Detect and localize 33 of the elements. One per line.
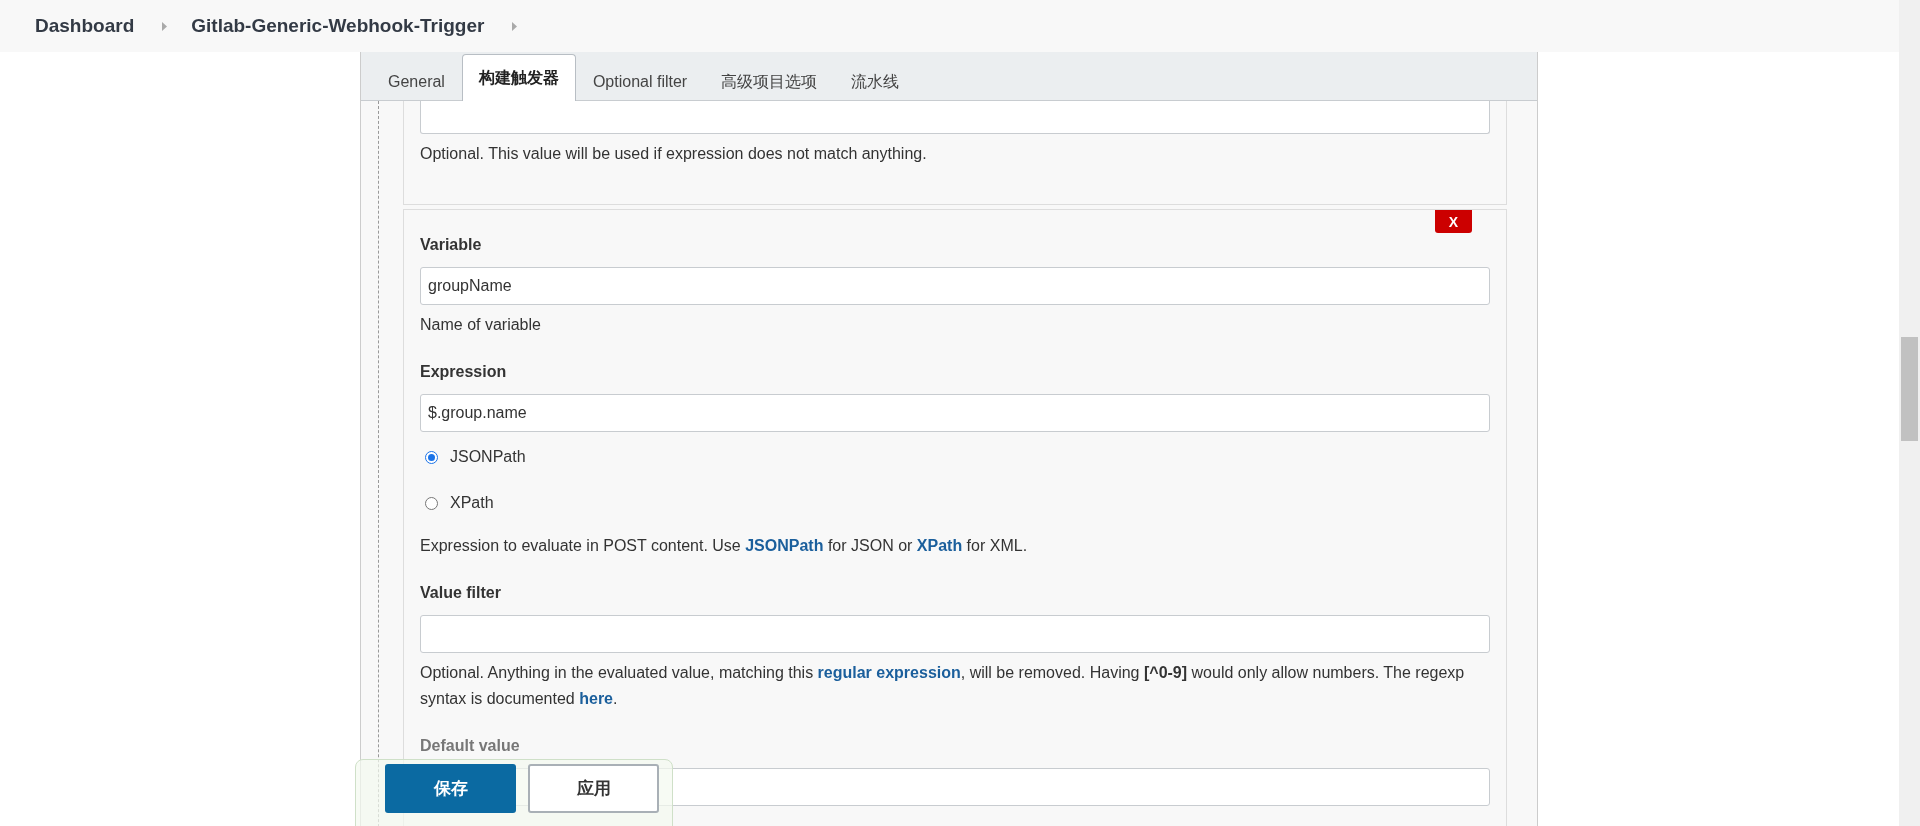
- field-label: Value filter: [420, 584, 502, 602]
- scrollbar-thumb[interactable]: [1901, 337, 1918, 441]
- radio-label[interactable]: XPath: [450, 494, 494, 512]
- tab[interactable]: 流水线: [834, 62, 917, 101]
- radio-button[interactable]: [425, 496, 438, 510]
- tab[interactable]: General: [371, 62, 462, 101]
- tab[interactable]: Optional filter: [575, 62, 705, 101]
- input-field[interactable]: $.group.name: [420, 394, 1490, 432]
- field-label: Default value: [420, 737, 521, 755]
- help-text: Name of variable: [420, 315, 542, 335]
- help-text: Expression to evaluate in POST content. Use JSONPath for JSON or XPath for XML.: [420, 536, 1029, 556]
- help-link[interactable]: here: [579, 690, 613, 707]
- radio-label[interactable]: JSONPath: [450, 448, 526, 466]
- delete-button[interactable]: X: [1435, 210, 1472, 233]
- chevron-right-icon[interactable]: [512, 21, 518, 31]
- field-label: Variable: [420, 236, 483, 254]
- input-field[interactable]: groupName: [420, 267, 1490, 305]
- breadcrumb-link[interactable]: Dashboard: [35, 15, 135, 37]
- help-link[interactable]: JSONPath: [745, 537, 824, 554]
- breadcrumb-link[interactable]: Gitlab-Generic-Webhook-Trigger: [191, 15, 485, 37]
- input-field[interactable]: [420, 101, 1490, 134]
- help-link[interactable]: XPath: [916, 537, 963, 554]
- help-text: Optional. Anything in the evaluated value, matching this regular expression, will be removed. Having [^0-9] would only allow numbers. The regexp syntax is documented here.: [420, 663, 1466, 709]
- save-button[interactable]: 保存: [385, 764, 516, 813]
- help-text: Optional. This value will be used if expression does not match anything.: [420, 144, 928, 164]
- field-label: Expression: [420, 363, 508, 381]
- tab[interactable]: 构建触发器: [461, 54, 576, 101]
- apply-button[interactable]: 应用: [528, 764, 659, 813]
- help-link[interactable]: regular expression: [817, 664, 961, 681]
- chevron-right-icon[interactable]: [162, 21, 168, 31]
- tab[interactable]: 高级项目选项: [704, 62, 835, 101]
- input-field[interactable]: [420, 615, 1490, 653]
- radio-button[interactable]: [425, 450, 438, 464]
